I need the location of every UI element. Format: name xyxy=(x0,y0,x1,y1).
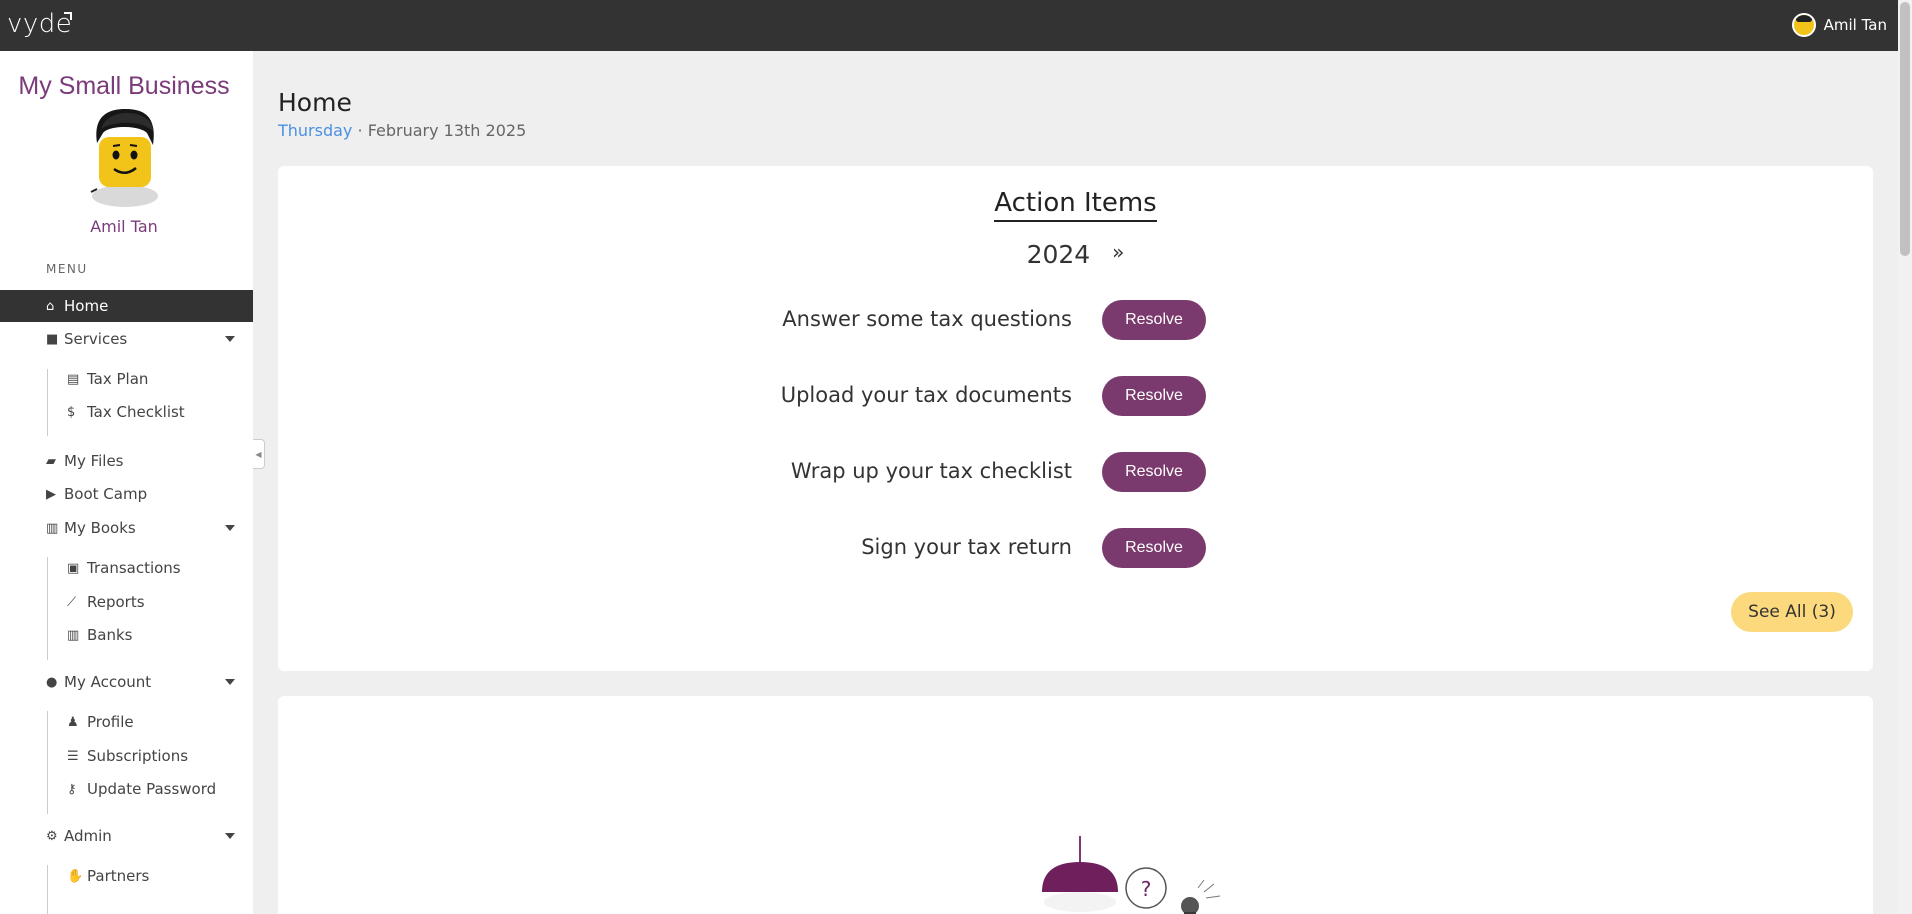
books-submenu xyxy=(47,557,48,660)
caret-down-icon xyxy=(225,525,235,531)
user-gear-icon: ⚙ xyxy=(46,828,58,844)
user-menu-name: Amil Tan xyxy=(1823,16,1887,34)
briefcase-icon: ■ xyxy=(46,331,59,347)
sidebar-item-label: My Books xyxy=(64,519,136,537)
sidebar-item-label: Home xyxy=(64,297,109,315)
year-label: 2024 xyxy=(1026,240,1091,269)
sidebar-item-label: Services xyxy=(64,330,128,348)
vyde-logo[interactable]: vyde xyxy=(7,9,72,39)
sidebar-user-name: Amil Tan xyxy=(90,217,158,236)
scrollbar-thumb[interactable] xyxy=(1900,2,1910,256)
sidebar-item-label: Profile xyxy=(87,713,134,731)
date-text: February 13th 2025 xyxy=(367,121,527,140)
sidebar-item-my-account[interactable]: ● My Account xyxy=(0,666,253,698)
sidebar-item-services[interactable]: ■ Services xyxy=(0,323,253,355)
sidebar-item-label: My Files xyxy=(64,452,124,470)
user-list-icon: ☰ xyxy=(67,748,79,764)
user-circle-icon: ● xyxy=(46,674,58,690)
sidebar-item-label: Tax Plan xyxy=(87,370,149,388)
account-submenu xyxy=(47,711,48,814)
sidebar-item-update-password[interactable]: ⚷ Update Password xyxy=(67,777,216,801)
next-year-icon[interactable]: » xyxy=(1112,240,1124,264)
sidebar-item-label: Partners xyxy=(87,867,150,885)
resolve-button[interactable]: Resolve xyxy=(1102,452,1206,492)
sidebar: My Small Business Amil Tan MENU ⌂ Home ■… xyxy=(0,51,253,914)
help-illustration: ? xyxy=(1042,836,1221,914)
task-row: Upload your tax documents Resolve xyxy=(278,376,1873,416)
sidebar-item-my-books[interactable]: ▥ My Books xyxy=(0,512,253,544)
home-icon: ⌂ xyxy=(46,298,55,314)
sidebar-item-tax-plan[interactable]: ▤ Tax Plan xyxy=(67,367,148,391)
chevron-left-icon: ◀ xyxy=(255,449,262,459)
task-row: Answer some tax questions Resolve xyxy=(278,300,1873,340)
sidebar-item-profile[interactable]: ♟ Profile xyxy=(67,710,134,734)
caret-down-icon xyxy=(225,833,235,839)
task-label: Upload your tax documents xyxy=(780,383,1072,407)
task-label: Sign your tax return xyxy=(861,535,1072,559)
sidebar-item-label: Banks xyxy=(87,626,133,644)
business-name: My Small Business xyxy=(18,72,230,100)
sidebar-item-label: Reports xyxy=(87,593,145,611)
sidebar-item-label: Subscriptions xyxy=(87,747,189,765)
sidebar-item-reports[interactable]: ⟋ Reports xyxy=(67,590,145,614)
dollar-icon: $ xyxy=(67,404,76,420)
user-key-icon: ⚷ xyxy=(67,781,77,797)
menu-label: MENU xyxy=(46,262,88,276)
sidebar-item-admin[interactable]: ⚙ Admin xyxy=(0,820,253,852)
resolve-button[interactable]: Resolve xyxy=(1102,376,1206,416)
user-menu[interactable]: Amil Tan xyxy=(1791,13,1887,37)
profile-avatar xyxy=(90,109,158,207)
sidebar-item-label: Update Password xyxy=(87,780,217,798)
page-title: Home xyxy=(278,88,352,117)
bank-icon: ▥ xyxy=(67,627,80,643)
date-separator: · xyxy=(357,121,363,140)
bubble-question-text: ? xyxy=(1141,877,1152,901)
sidebar-item-transactions[interactable]: ▣ Transactions xyxy=(67,556,181,580)
top-bar: vyde Amil Tan xyxy=(0,0,1912,51)
task-label: Wrap up your tax checklist xyxy=(790,459,1072,483)
task-row: Wrap up your tax checklist Resolve xyxy=(278,452,1873,492)
weekday: Thursday xyxy=(278,121,353,140)
sidebar-collapse-toggle[interactable]: ◀ xyxy=(253,439,265,469)
sidebar-item-tax-checklist[interactable]: $ Tax Checklist xyxy=(67,400,185,424)
see-all-button[interactable]: See All (3) xyxy=(1731,592,1853,632)
action-items-title: Action Items xyxy=(278,188,1873,222)
resolve-button[interactable]: Resolve xyxy=(1102,300,1206,340)
book-icon: ▥ xyxy=(46,520,59,536)
sidebar-item-label: Admin xyxy=(64,827,112,845)
sidebar-item-my-files[interactable]: ▰ My Files xyxy=(0,445,253,477)
services-submenu xyxy=(47,369,48,436)
date-line: Thursday · February 13th 2025 xyxy=(278,121,526,140)
admin-submenu xyxy=(47,865,48,914)
logo-mark-icon xyxy=(64,12,72,20)
resolve-button[interactable]: Resolve xyxy=(1102,528,1206,568)
sidebar-item-label: My Account xyxy=(64,673,152,691)
avatar xyxy=(1791,13,1816,37)
task-label: Answer some tax questions xyxy=(782,307,1072,331)
secondary-card: ? xyxy=(278,696,1873,914)
sidebar-item-label: Tax Checklist xyxy=(87,403,185,421)
chart-line-icon: ⟋ xyxy=(67,594,77,610)
page-scrollbar[interactable] xyxy=(1898,0,1912,914)
clipboard-icon: ▤ xyxy=(67,371,80,387)
year-selector: 2024 » xyxy=(278,240,1873,269)
handshake-icon: ✋ xyxy=(67,868,84,884)
folder-icon: ▰ xyxy=(46,453,56,469)
video-camera-icon: ▶ xyxy=(46,486,56,502)
sidebar-item-subscriptions[interactable]: ☰ Subscriptions xyxy=(67,744,188,768)
money-icon: ▣ xyxy=(67,560,80,576)
sidebar-item-boot-camp[interactable]: ▶ Boot Camp xyxy=(0,478,253,510)
caret-down-icon xyxy=(225,679,235,685)
task-row: Sign your tax return Resolve xyxy=(278,528,1873,568)
action-items-card: Action Items 2024 » Answer some tax ques… xyxy=(278,166,1873,671)
sidebar-item-label: Transactions xyxy=(87,559,181,577)
sidebar-item-banks[interactable]: ▥ Banks xyxy=(67,623,133,647)
sidebar-item-partners[interactable]: ✋ Partners xyxy=(67,864,149,888)
caret-down-icon xyxy=(225,336,235,342)
sidebar-item-label: Boot Camp xyxy=(64,485,148,503)
user-icon: ♟ xyxy=(67,714,79,730)
sidebar-item-home[interactable]: ⌂ Home xyxy=(0,290,253,322)
action-items-title-text: Action Items xyxy=(994,188,1157,222)
